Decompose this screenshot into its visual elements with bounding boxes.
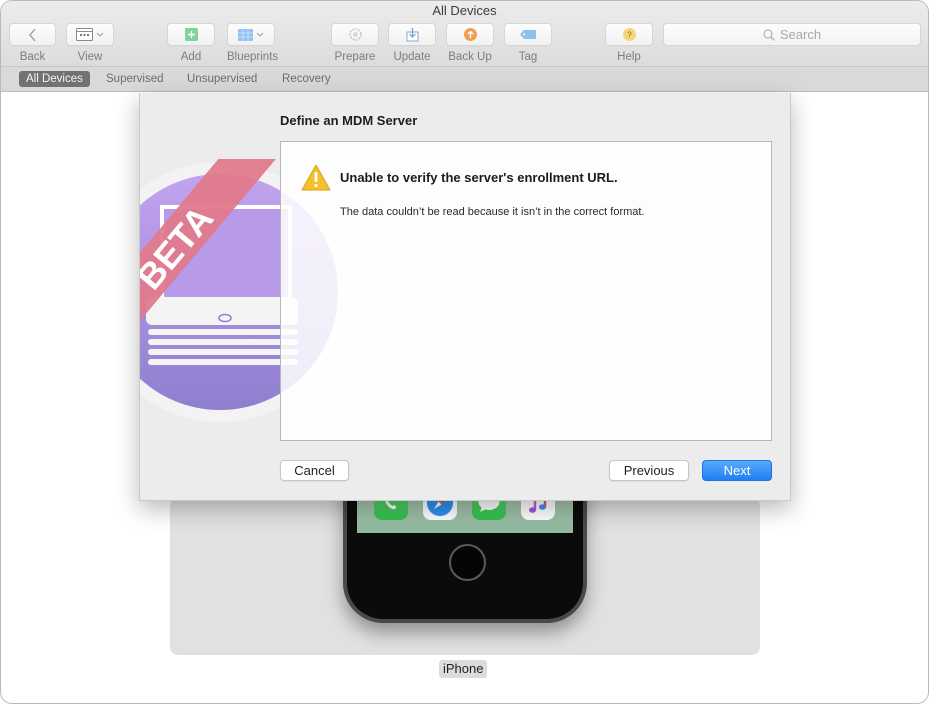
phone-screen (357, 498, 573, 533)
error-message: The data couldn’t be read because it isn… (340, 206, 645, 218)
gear-icon (348, 28, 362, 41)
cancel-button[interactable]: Cancel (280, 460, 349, 481)
view-label: View (77, 51, 103, 63)
search-field[interactable]: Search (663, 23, 921, 46)
toolbar: All Devices Back View Add Blueprints Pre… (1, 1, 928, 67)
error-panel: Unable to verify the server's enrollment… (280, 141, 772, 441)
help-toolbar-item[interactable]: ? Help (605, 23, 653, 63)
add-label: Add (180, 51, 202, 63)
chevron-down-icon (256, 32, 264, 37)
blueprints-icon (238, 28, 253, 41)
help-label: Help (617, 51, 641, 63)
define-mdm-server-sheet: BETA Define an MDM Server Unable to veri… (139, 93, 791, 501)
download-icon (406, 27, 418, 41)
back-label: Back (19, 51, 46, 63)
warning-icon (301, 164, 331, 191)
chevron-down-icon (96, 32, 104, 37)
back-up-button[interactable] (446, 23, 494, 46)
prepare-label: Prepare (334, 51, 376, 63)
device-tile[interactable] (170, 498, 760, 655)
tag-toolbar-item[interactable]: Tag (504, 23, 552, 63)
messages-icon (472, 498, 506, 520)
search-icon (763, 28, 775, 41)
app-window: All Devices Back View Add Blueprints Pre… (0, 0, 929, 704)
update-label: Update (393, 51, 431, 63)
previous-button[interactable]: Previous (609, 460, 689, 481)
safari-icon (423, 498, 457, 520)
sheet-title: Define an MDM Server (280, 113, 418, 128)
error-title: Unable to verify the server's enrollment… (340, 170, 618, 185)
help-button[interactable]: ? (605, 23, 653, 46)
prepare-toolbar-item[interactable]: Prepare (331, 23, 379, 63)
tag-button[interactable] (504, 23, 552, 46)
prepare-button[interactable] (331, 23, 379, 46)
home-button (449, 544, 486, 581)
update-toolbar-item[interactable]: Update (388, 23, 436, 63)
filter-recovery[interactable]: Recovery (275, 71, 338, 87)
tag-label: Tag (518, 51, 538, 63)
back-button[interactable] (9, 23, 56, 46)
filter-all-devices[interactable]: All Devices (19, 71, 90, 87)
add-button[interactable] (167, 23, 215, 46)
phone-icon (374, 498, 408, 520)
iphone-image (343, 498, 587, 623)
filter-unsupervised[interactable]: Unsupervised (180, 71, 264, 87)
window-title: All Devices (432, 3, 497, 18)
device-name-label[interactable]: iPhone (439, 660, 488, 678)
tag-icon (520, 30, 536, 39)
plus-icon (184, 28, 198, 41)
search-placeholder: Search (779, 27, 822, 42)
back-up-toolbar-item[interactable]: Back Up (446, 23, 494, 63)
back-up-arrow-icon (463, 28, 477, 41)
filter-bar: All Devices Supervised Unsupervised Reco… (1, 67, 928, 92)
blueprints-label: Blueprints (227, 51, 279, 63)
add-toolbar-item[interactable]: Add (167, 23, 215, 63)
chevron-left-icon (28, 28, 35, 41)
update-button[interactable] (388, 23, 436, 46)
blueprints-button[interactable] (227, 23, 275, 46)
view-grid-icon (76, 28, 93, 41)
back-toolbar-item[interactable]: Back (9, 23, 56, 63)
help-icon: ? (622, 28, 636, 41)
music-icon (521, 498, 555, 520)
view-toolbar-item[interactable]: View (66, 23, 114, 63)
back-up-label: Back Up (448, 51, 492, 63)
next-button[interactable]: Next (702, 460, 772, 481)
svg-text:?: ? (627, 31, 632, 40)
view-button[interactable] (66, 23, 114, 46)
blueprints-toolbar-item[interactable]: Blueprints (227, 23, 278, 63)
filter-supervised[interactable]: Supervised (99, 71, 171, 87)
